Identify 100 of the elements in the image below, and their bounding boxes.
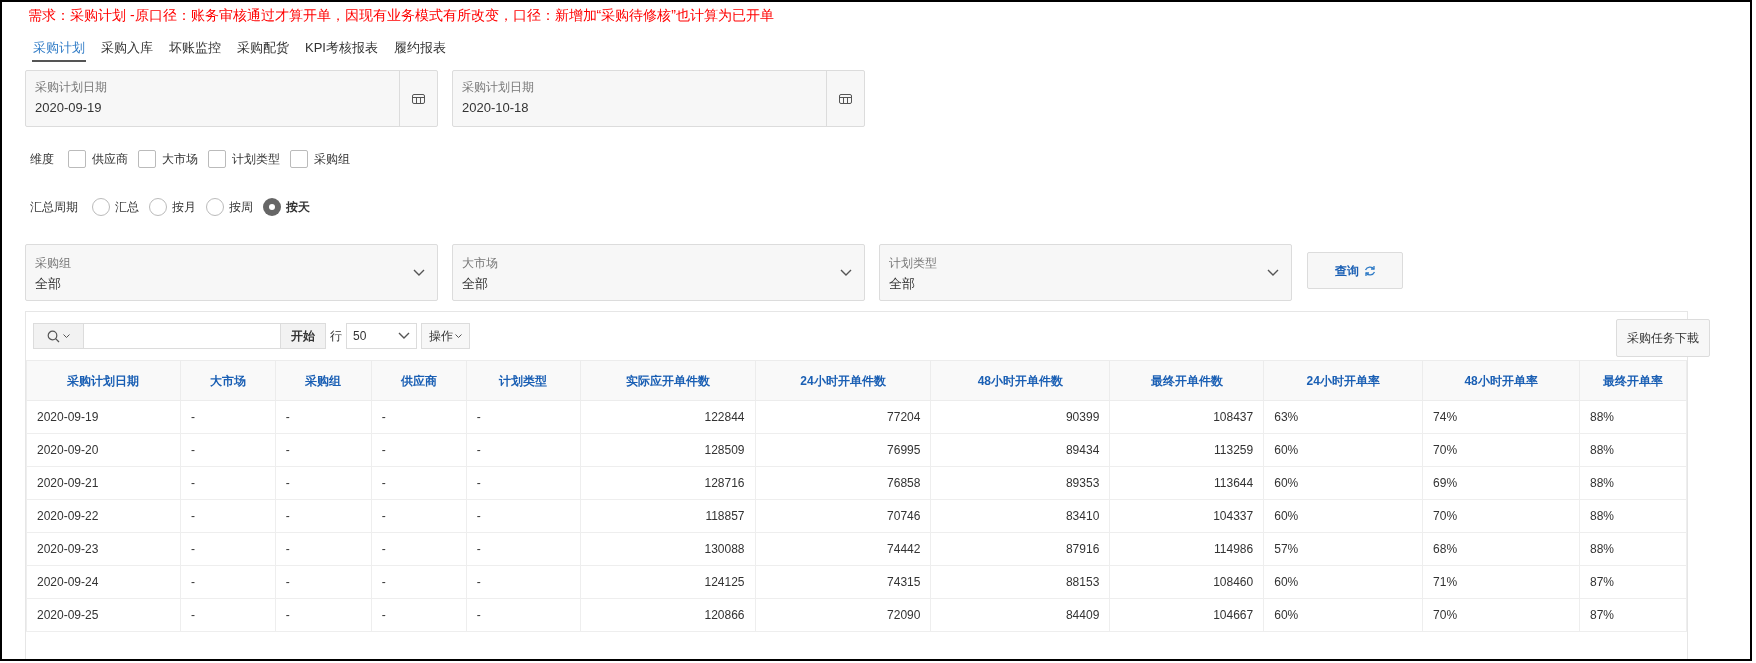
- table-cell: 88%: [1579, 499, 1687, 533]
- table-cell: -: [371, 565, 467, 599]
- column-header[interactable]: 实际应开单件数: [580, 360, 756, 401]
- table-cell: -: [371, 499, 467, 533]
- table-cell: 108460: [1109, 565, 1264, 599]
- table-cell: 90399: [930, 400, 1110, 434]
- table-cell: 60%: [1263, 565, 1423, 599]
- tab[interactable]: 采购配货: [236, 36, 290, 62]
- column-header[interactable]: 最终开单件数: [1109, 360, 1264, 401]
- field-label: 大市场: [462, 255, 499, 271]
- table-cell: 70%: [1422, 598, 1580, 632]
- caret-icon: [455, 334, 462, 338]
- table-cell: 69%: [1422, 466, 1580, 500]
- go-button[interactable]: 开始: [281, 323, 326, 349]
- table-cell: 72090: [755, 598, 931, 632]
- table-cell: -: [180, 532, 276, 566]
- table-cell: 89353: [930, 466, 1110, 500]
- column-header[interactable]: 大市场: [180, 360, 276, 401]
- table-cell: 88%: [1579, 400, 1687, 434]
- table-cell: 88153: [930, 565, 1110, 599]
- table-cell: -: [466, 565, 581, 599]
- table-cell: 128716: [580, 466, 756, 500]
- caret-icon: [63, 334, 70, 338]
- rows-select[interactable]: 50: [346, 323, 417, 349]
- checkbox[interactable]: [138, 150, 156, 168]
- table-cell: 114986: [1109, 532, 1264, 566]
- checkbox[interactable]: [290, 150, 308, 168]
- table-cell: 88%: [1579, 532, 1687, 566]
- field-label: 采购计划日期: [35, 79, 108, 95]
- table-cell: -: [275, 400, 372, 434]
- table-cell: 68%: [1422, 532, 1580, 566]
- date-field[interactable]: 采购计划日期 2020-09-19: [25, 70, 438, 127]
- table-cell: 70746: [755, 499, 931, 533]
- refresh-icon: [1363, 264, 1376, 277]
- table-cell: 122844: [580, 400, 756, 434]
- column-header[interactable]: 采购组: [275, 360, 372, 401]
- column-header[interactable]: 48小时开单率: [1422, 360, 1580, 401]
- table-cell: 60%: [1263, 598, 1423, 632]
- actions-button[interactable]: 操作: [421, 323, 470, 349]
- table-cell: 118857: [580, 499, 756, 533]
- table-cell: -: [180, 466, 276, 500]
- table-cell: -: [466, 598, 581, 632]
- radio-label: 汇总: [115, 199, 139, 216]
- table-cell: 104337: [1109, 499, 1264, 533]
- field-value: 全部: [35, 276, 62, 292]
- table-cell: 2020-09-25: [26, 598, 181, 632]
- field-value: 2020-09-19: [35, 100, 103, 116]
- table-cell: -: [371, 532, 467, 566]
- table-cell: -: [180, 499, 276, 533]
- period-label: 汇总周期: [30, 199, 78, 216]
- download-button[interactable]: 采购任务下載: [1616, 319, 1710, 357]
- table-cell: -: [275, 433, 372, 467]
- tab[interactable]: 采购计划: [32, 36, 86, 62]
- column-header[interactable]: 24小时开单件数: [755, 360, 931, 401]
- radio-button[interactable]: [206, 198, 224, 216]
- table-cell: 2020-09-20: [26, 433, 181, 467]
- table-cell: -: [466, 532, 581, 566]
- chevron-down-icon: [398, 332, 410, 340]
- table-cell: 74%: [1422, 400, 1580, 434]
- column-header[interactable]: 最终开单率: [1579, 360, 1687, 401]
- query-button[interactable]: 查询: [1307, 252, 1403, 289]
- field-label: 计划类型: [889, 255, 938, 271]
- table-cell: -: [466, 466, 581, 500]
- checkbox-label: 供应商: [92, 151, 128, 168]
- field-value: 全部: [889, 276, 916, 292]
- date-field[interactable]: 采购计划日期 2020-10-18: [452, 70, 865, 127]
- table-cell: 104667: [1109, 598, 1264, 632]
- column-header[interactable]: 供应商: [371, 360, 467, 401]
- column-header[interactable]: 48小时开单件数: [930, 360, 1110, 401]
- column-header[interactable]: 采购计划日期: [26, 360, 181, 401]
- radio-button[interactable]: [92, 198, 110, 216]
- tab[interactable]: 坏账监控: [168, 36, 222, 62]
- table-cell: 77204: [755, 400, 931, 434]
- select-field[interactable]: 采购组 全部: [25, 244, 438, 301]
- chevron-down-icon: [840, 268, 852, 277]
- select-field[interactable]: 大市场 全部: [452, 244, 865, 301]
- radio-button[interactable]: [149, 198, 167, 216]
- table-cell: -: [180, 565, 276, 599]
- table-cell: 113644: [1109, 466, 1264, 500]
- tab[interactable]: KPI考核报表: [304, 36, 379, 62]
- checkbox[interactable]: [208, 150, 226, 168]
- column-header[interactable]: 计划类型: [466, 360, 581, 401]
- field-value: 全部: [462, 276, 489, 292]
- radio-button[interactable]: [263, 198, 281, 216]
- calendar-icon: [412, 92, 425, 105]
- table-cell: -: [466, 499, 581, 533]
- radio-label: 按周: [229, 199, 253, 216]
- table-cell: 84409: [930, 598, 1110, 632]
- table-cell: 88%: [1579, 433, 1687, 467]
- checkbox[interactable]: [68, 150, 86, 168]
- field-label: 采购计划日期: [462, 79, 535, 95]
- column-header[interactable]: 24小时开单率: [1263, 360, 1423, 401]
- table-cell: 76995: [755, 433, 931, 467]
- table-cell: -: [180, 598, 276, 632]
- tab[interactable]: 采购入库: [100, 36, 154, 62]
- select-field[interactable]: 计划类型 全部: [879, 244, 1292, 301]
- table-cell: -: [466, 433, 581, 467]
- search-field[interactable]: [33, 323, 281, 349]
- tab[interactable]: 履约报表: [392, 36, 447, 62]
- table-cell: 113259: [1109, 433, 1264, 467]
